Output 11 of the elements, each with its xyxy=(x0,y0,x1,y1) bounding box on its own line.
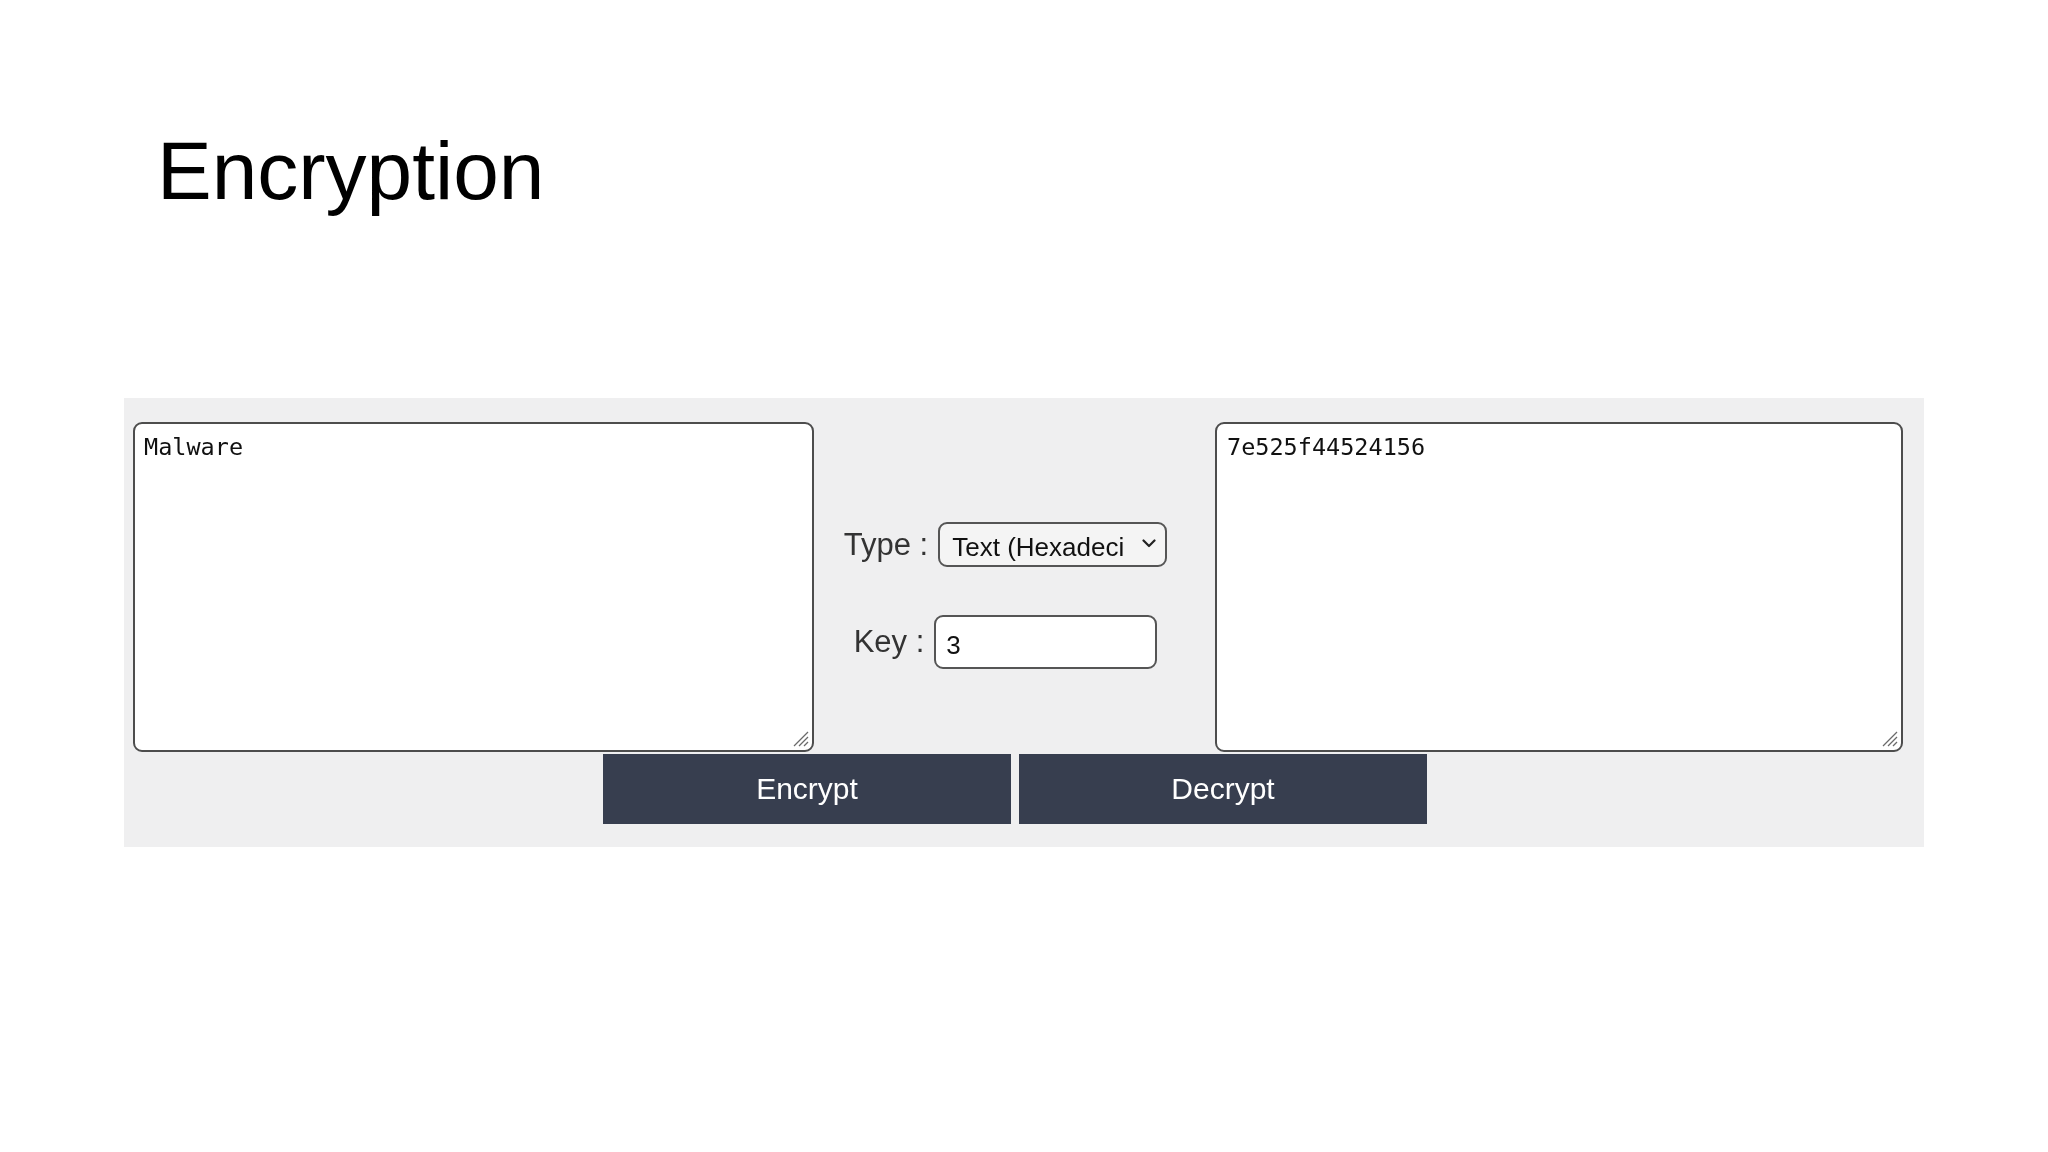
resize-grip-icon[interactable] xyxy=(793,731,809,747)
chevron-down-icon xyxy=(1142,539,1157,548)
type-label: Type : xyxy=(843,526,929,563)
key-input[interactable]: 3 xyxy=(934,615,1158,669)
decrypt-button[interactable]: Decrypt xyxy=(1019,754,1427,824)
key-label: Key : xyxy=(853,624,925,660)
output-text-area[interactable]: 7e525f44524156 xyxy=(1215,422,1903,752)
type-select[interactable]: Text (Hexadeci xyxy=(938,522,1168,567)
input-text-area[interactable]: Malware xyxy=(133,422,814,752)
resize-grip-icon[interactable] xyxy=(1882,731,1898,747)
encrypt-button[interactable]: Encrypt xyxy=(603,754,1011,824)
